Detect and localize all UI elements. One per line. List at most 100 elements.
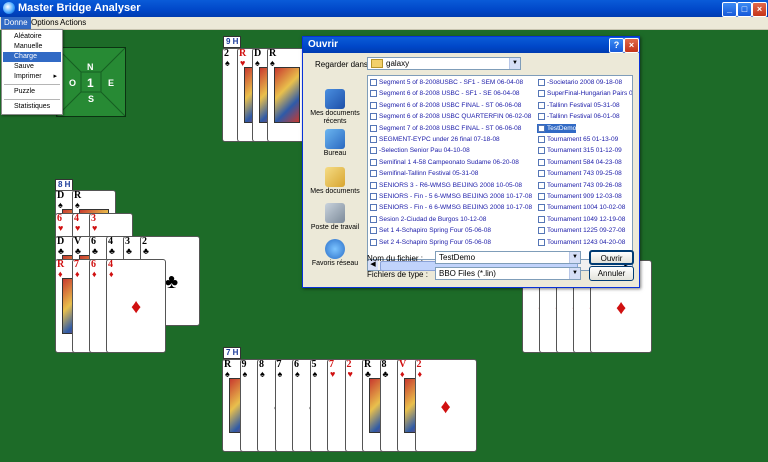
file-name: TestDemo	[547, 124, 577, 132]
file-name: Tournament 909 12-03-08	[547, 193, 622, 200]
file-list-item[interactable]: Tournament 1225 09-27-08	[537, 226, 625, 235]
file-name: Tournament 1004 10-02-08	[547, 204, 626, 212]
donne-menu: Aléatoire Manuelle Charge Sauve Imprimer…	[1, 29, 63, 115]
north-hand-label: 9 H	[223, 36, 242, 48]
app-title-bar: Master Bridge Analyser _ □ ×	[0, 0, 768, 17]
file-list-item[interactable]: SuperFinal-Hungarian Pairs 06	[537, 89, 632, 98]
file-name: Tournament 65 01-13-09	[547, 136, 619, 143]
file-list-item[interactable]: SENIORS - Fin - 6 6-WMSG BEIJING 2008 10…	[369, 203, 532, 212]
file-list-item[interactable]: SENIORS 3 - R6-WMSG BEIJING 2008 10-05-0…	[369, 181, 522, 190]
cancel-button[interactable]: Annuler	[589, 266, 634, 281]
file-icon	[538, 101, 545, 109]
app-icon	[3, 2, 15, 14]
file-list-item[interactable]: Tournament 584 04-23-08	[537, 158, 622, 167]
filetype-select[interactable]: BBO Files (*.lin) ▼	[435, 267, 581, 280]
file-list-item[interactable]: Segment 5 of 8-2008USBC - SF1 - SEM 06-0…	[369, 78, 523, 87]
file-list-item[interactable]: Set 1 4-Schapiro Spring Four 05-06-08	[369, 226, 491, 235]
file-list-item[interactable]: Segment 6 of 8-2008 USBC - SF1 - SE 06-0…	[369, 89, 520, 98]
file-icon	[370, 136, 377, 143]
file-list-item[interactable]: Tournament 1243 04-20-08	[537, 238, 625, 247]
file-list-item[interactable]: -Selection Senior Pau 04-10-08	[369, 146, 470, 155]
file-list-item[interactable]: Tournament 1049 12-19-08	[537, 215, 625, 224]
menu-item-puzzle[interactable]: Puzzle	[3, 87, 61, 97]
menu-item-aleatoire[interactable]: Aléatoire	[3, 32, 61, 42]
computer-icon	[325, 203, 345, 223]
file-list-item[interactable]: -Tallinn Festival 05-31-08	[537, 101, 620, 110]
file-list-item[interactable]: Segment 6 of 8-2008 USBC QUARTERFIN 06-0…	[369, 112, 531, 121]
menu-donne[interactable]: Donne	[1, 17, 31, 29]
file-list-item[interactable]: Segment 6 of 8-2008 USBC FINAL - ST 06-0…	[369, 101, 521, 110]
file-list-item[interactable]: Sesion 2-Ciudad de Burgos 10-12-08	[369, 215, 486, 224]
place-my-computer[interactable]: Poste de travail	[307, 203, 363, 232]
file-name: Tournament 743 09-26-08	[547, 181, 622, 189]
menu-item-sauve[interactable]: Sauve	[3, 62, 61, 72]
look-in-combo[interactable]: galaxy ▼	[367, 57, 521, 70]
menu-actions[interactable]: Actions	[57, 17, 89, 29]
file-list-item[interactable]: Semifinal 1 4-58 Campeonato Sudame 06-20…	[369, 158, 519, 167]
open-file-dialog: Ouvrir ? × Regarder dans : galaxy ▼ ⇦ ⤴ …	[302, 36, 640, 288]
network-icon	[325, 239, 345, 259]
board-number: 1	[87, 76, 94, 90]
file-list-item[interactable]: Tournament 743 09-25-08	[537, 169, 622, 178]
dialog-help-button[interactable]: ?	[609, 38, 624, 53]
desktop-icon	[325, 129, 345, 149]
file-list-item[interactable]: TestDemo	[537, 123, 577, 133]
close-button[interactable]: ×	[752, 2, 767, 17]
south-card[interactable]: 2 ♦ ♦	[414, 359, 477, 452]
file-list-item[interactable]: -Societario 2008 09-18-08	[537, 78, 622, 87]
file-icon	[370, 124, 377, 132]
north-card[interactable]: R ♠	[267, 48, 307, 142]
file-name: Semifinal 1 4-58 Campeonato Sudame 06-20…	[379, 158, 519, 166]
chevron-down-icon: ▼	[569, 268, 580, 279]
file-list-item[interactable]: Set 2 4-Schapiro Spring Four 05-06-08	[369, 238, 491, 247]
file-name: Tournament 1049 12-19-08	[547, 215, 626, 223]
file-name: SENIORS 3 - R6-WMSG BEIJING 2008 10-05-0…	[379, 181, 523, 189]
file-list-item[interactable]: SENIORS - Fin - 5 6-WMSG BEIJING 2008 10…	[369, 192, 532, 201]
menu-separator	[4, 99, 60, 100]
file-icon	[370, 204, 377, 212]
place-recent-documents[interactable]: Mes documents récents	[307, 89, 363, 126]
court-card-art	[274, 67, 300, 123]
file-icon	[370, 113, 377, 121]
maximize-button[interactable]: □	[737, 2, 752, 17]
card-pip-icon: ♦	[131, 296, 142, 318]
file-name: Segment 6 of 8-2008 USBC QUARTERFIN 06-0…	[379, 113, 532, 121]
card-pip-icon: ♣	[165, 271, 179, 293]
file-list-item[interactable]: Tournament 315 01-12-09	[537, 146, 622, 155]
file-list-item[interactable]: SEGMENT-EYPC under 26 final 07-18-08	[369, 135, 500, 144]
place-desktop-label: Bureau	[323, 150, 347, 157]
file-icon	[538, 193, 545, 200]
menu-item-statistiques[interactable]: Statistiques	[3, 102, 61, 112]
file-name: SENIORS - Fin - 6 6-WMSG BEIJING 2008 10…	[379, 204, 533, 212]
card-suit-icon: ♠	[312, 369, 318, 379]
file-list-item[interactable]: Tournament 743 09-26-08	[537, 181, 622, 190]
menu-item-charge[interactable]: Charge	[3, 52, 61, 62]
file-icon	[538, 204, 545, 212]
file-list-item[interactable]: Tournament 1004 10-02-08	[537, 203, 625, 212]
card-suit-icon: ♣	[126, 246, 132, 256]
filename-value: TestDemo	[439, 253, 476, 262]
place-my-documents[interactable]: Mes documents	[307, 167, 363, 196]
card-suit-icon: ♠	[260, 369, 265, 379]
file-list-item[interactable]: Tournament 909 12-03-08	[537, 192, 622, 201]
compass-north: N	[87, 62, 94, 72]
file-list-item[interactable]: Semifinal-Tallinn Festival 05-31-08	[369, 169, 478, 178]
card-suit-icon: ♦	[75, 269, 80, 279]
file-name: Set 2 4-Schapiro Spring Four 05-06-08	[379, 238, 492, 246]
dialog-close-button[interactable]: ×	[624, 38, 639, 53]
file-list-item[interactable]: -Tallinn Festival 06-01-08	[537, 112, 620, 121]
south-hand-label: 7 H	[223, 347, 242, 359]
filename-input[interactable]: TestDemo ▼	[435, 251, 581, 264]
file-list-item[interactable]: Tournament 65 01-13-09	[537, 135, 618, 144]
compass-west: O	[69, 78, 77, 88]
menu-item-manuelle[interactable]: Manuelle	[3, 42, 61, 52]
place-network[interactable]: Favoris réseau	[307, 239, 363, 268]
west-card[interactable]: 4 ♦ ♦	[106, 259, 166, 353]
open-button[interactable]: Ouvrir	[589, 250, 634, 265]
minimize-button[interactable]: _	[722, 2, 737, 17]
chevron-down-icon: ▼	[509, 58, 520, 69]
file-list: Segment 5 of 8-2008USBC - SF1 - SEM 06-0…	[367, 75, 633, 271]
file-list-item[interactable]: Segment 7 of 8-2008 USBC FINAL - ST 06-0…	[369, 124, 521, 133]
place-desktop[interactable]: Bureau	[307, 129, 363, 158]
menu-item-imprimer[interactable]: Imprimer ▸	[3, 72, 61, 82]
